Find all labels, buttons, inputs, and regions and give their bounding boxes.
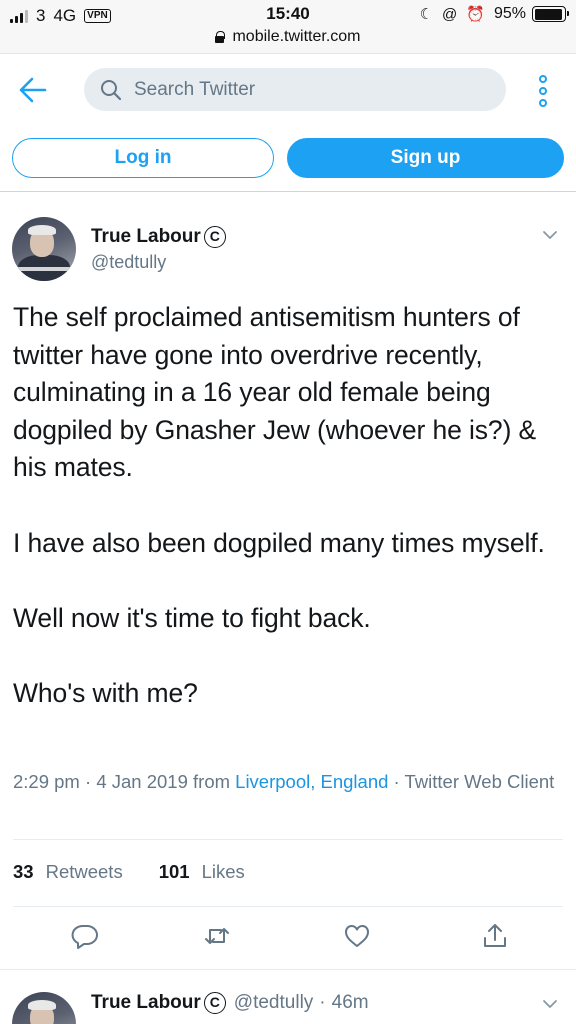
tweet-text: The self proclaimed antisemitism hunters… [13,302,545,708]
tweet-meta: 2:29 pm · 4 Jan 2019 from Liverpool, Eng… [13,769,563,795]
back-arrow-icon [19,77,47,103]
status-bar: 3 4G VPN 15:40 mobile.twitter.com ☾ @ ⏰ … [0,0,576,54]
like-icon[interactable] [342,921,372,951]
divider [13,839,563,840]
copyright-badge: C [203,226,226,248]
retweets-label: Retweets [45,861,123,882]
chevron-down-icon[interactable] [542,998,558,1010]
likes-count: 101 [158,861,190,882]
avatar[interactable] [12,217,76,281]
chevron-down-icon[interactable] [542,229,558,241]
tweet-actions [0,921,576,963]
from-label: from [193,771,231,792]
reply-author-handle[interactable]: @tedtully [234,992,314,1014]
location-link[interactable]: Liverpool, England [235,771,388,792]
alarm-icon: ⏰ [466,6,485,23]
tweet-time: 2:29 pm [13,771,80,792]
address-bar[interactable]: mobile.twitter.com [0,28,576,46]
retweets-count: 33 [13,861,34,882]
copyright-badge: C [203,992,226,1014]
search-bar[interactable] [84,68,506,111]
login-button[interactable]: Log in [12,138,274,178]
reply-author-name[interactable]: True Labour C [91,992,226,1014]
author-name[interactable]: True Labour C [91,226,226,248]
separator: · [393,771,400,792]
retweets-stat[interactable]: 33 Retweets [13,861,123,883]
separator: · [85,771,92,792]
reply-author-name-text: True Labour [91,992,201,1013]
tweet-stats: 33 Retweets 101 Likes [13,861,281,883]
reply-header: True Labour C @tedtully · 46m [91,992,369,1014]
likes-stat[interactable]: 101 Likes [159,861,245,883]
author-handle[interactable]: @tedtully [91,252,166,273]
tweet-client: Twitter Web Client [404,771,555,792]
auth-bar: Log in Sign up [0,126,576,192]
battery-level [534,8,563,20]
retweet-icon[interactable] [202,921,232,951]
battery-percent: 95% [493,5,526,22]
search-icon [101,79,122,100]
tweet-date: 4 Jan 2019 [96,771,188,792]
share-icon[interactable] [480,921,510,951]
signup-button[interactable]: Sign up [287,138,564,178]
separator: · [319,992,326,1013]
back-button[interactable] [18,76,48,104]
moon-icon: ☾ [419,6,434,23]
top-nav [0,54,576,126]
more-options-icon[interactable] [536,75,550,107]
search-input[interactable] [134,78,494,101]
orientation-lock-icon: @ [442,5,458,23]
status-right: ☾ @ ⏰ 95% [419,5,569,23]
lock-icon [215,31,226,43]
likes-label: Likes [201,861,245,882]
battery-icon [532,6,569,22]
author-name-text: True Labour [91,226,201,247]
reply-icon[interactable] [70,921,100,951]
reply-time: 46m [331,992,369,1013]
reply-tweet[interactable]: True Labour C @tedtully · 46m [0,969,576,1024]
url-text: mobile.twitter.com [232,28,361,45]
avatar[interactable] [12,992,76,1024]
divider [13,906,563,907]
